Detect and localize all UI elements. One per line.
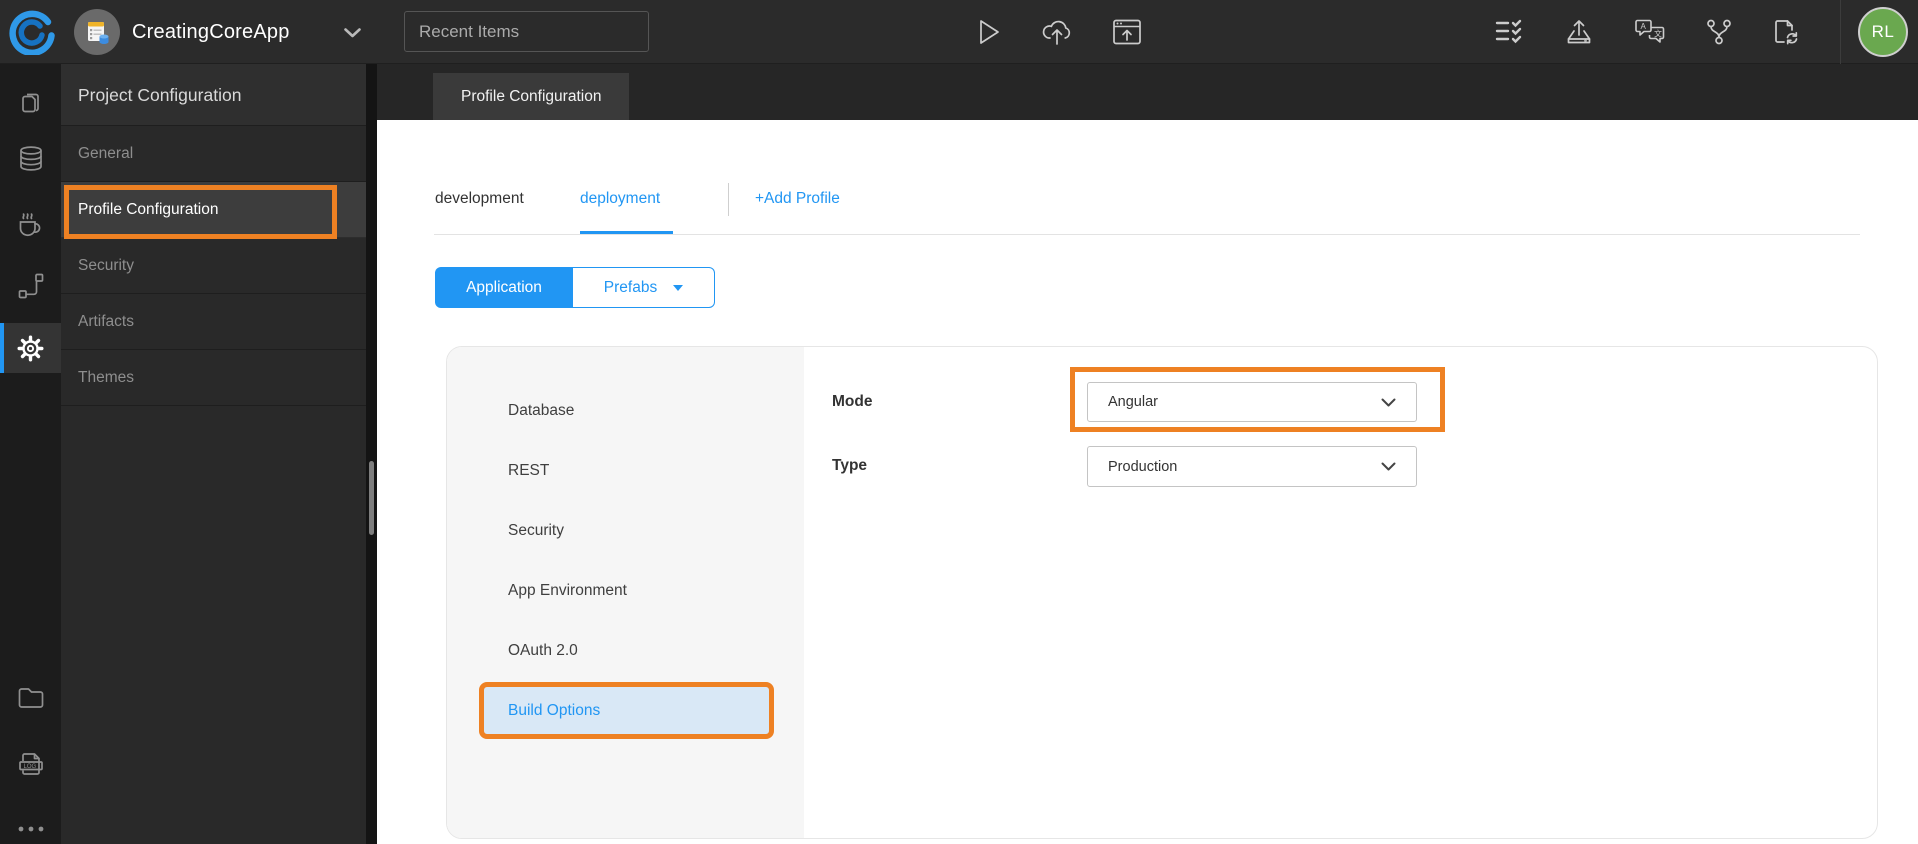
type-select[interactable]: Production — [1087, 446, 1417, 487]
settings-icon[interactable] — [0, 334, 61, 363]
type-label: Type — [832, 457, 868, 474]
vcs-branch-icon[interactable] — [1702, 15, 1736, 49]
file-explorer-icon[interactable] — [0, 683, 61, 711]
application-toggle-button[interactable]: Application — [435, 267, 573, 308]
chevron-down-icon[interactable] — [344, 28, 361, 38]
panel-item-oauth[interactable]: OAuth 2.0 — [447, 621, 804, 681]
profile-tab-development[interactable]: development — [435, 190, 524, 208]
chevron-down-icon — [1381, 462, 1396, 471]
panel-item-app-environment[interactable]: App Environment — [447, 561, 804, 621]
preview-app-icon[interactable] — [1110, 15, 1144, 49]
translate-icon[interactable]: A 文 — [1633, 15, 1667, 49]
pages-icon[interactable] — [0, 89, 61, 117]
profile-tab-deployment[interactable]: deployment — [580, 190, 660, 208]
chevron-down-icon — [1381, 398, 1396, 407]
project-title[interactable]: CreatingCoreApp — [132, 0, 290, 64]
wavemaker-studio: CreatingCoreApp Recent Items A 文 RL LOG … — [0, 0, 1918, 844]
sidebar-scrollbar[interactable] — [366, 64, 377, 844]
application-prefabs-toggle: Application Prefabs — [435, 267, 715, 308]
wavemaker-logo-icon[interactable] — [9, 9, 55, 55]
panel-item-security[interactable]: Security — [447, 501, 804, 561]
project-icon[interactable] — [74, 9, 120, 55]
mode-label: Mode — [832, 393, 873, 410]
settings-panel-menu: Database REST Security App Environment O — [447, 347, 804, 838]
icon-rail: LOG — [0, 64, 61, 844]
panel-item-rest[interactable]: REST — [447, 441, 804, 501]
caret-down-icon — [673, 284, 684, 291]
export-icon[interactable] — [1562, 15, 1596, 49]
main-area: Profile Configuration development deploy… — [377, 64, 1918, 844]
cloud-deploy-icon[interactable] — [1040, 15, 1074, 49]
tab-divider — [728, 183, 729, 216]
tabs-rule — [434, 234, 1860, 235]
sidebar-item-themes[interactable]: Themes — [61, 350, 366, 406]
mode-select[interactable]: Angular — [1087, 382, 1417, 422]
tab-profile-configuration[interactable]: Profile Configuration — [433, 73, 630, 120]
svg-text:A: A — [1641, 22, 1647, 31]
sidebar-item-artifacts[interactable]: Artifacts — [61, 294, 366, 350]
add-profile-button[interactable]: +Add Profile — [755, 190, 840, 208]
prefabs-toggle-button[interactable]: Prefabs — [573, 267, 715, 308]
sidebar-header: Project Configuration — [61, 64, 366, 126]
log-icon-label: LOG — [23, 764, 36, 770]
svg-text:文: 文 — [1654, 28, 1662, 38]
checklist-icon[interactable] — [1492, 15, 1526, 49]
sidebar-item-security[interactable]: Security — [61, 238, 366, 294]
file-sync-icon[interactable] — [1769, 15, 1803, 49]
sidebar-item-profile-configuration[interactable]: Profile Configuration — [61, 182, 366, 239]
apis-icon[interactable] — [0, 272, 61, 300]
sidebar-item-general[interactable]: General — [61, 126, 366, 182]
more-icon[interactable] — [0, 825, 61, 833]
run-play-icon[interactable] — [972, 15, 1006, 49]
topbar-divider — [1840, 0, 1841, 64]
java-services-icon[interactable] — [0, 209, 61, 240]
settings-sidebar: Project Configuration General Profile Co… — [61, 64, 366, 844]
logs-icon[interactable]: LOG — [0, 749, 61, 779]
panel-item-database[interactable]: Database — [447, 381, 804, 441]
recent-items-input[interactable] — [404, 11, 649, 52]
scrollbar-thumb[interactable] — [369, 461, 374, 535]
panel-item-build-options[interactable]: Build Options — [447, 681, 804, 741]
profile-configuration-content: development deployment +Add Profile Appl… — [377, 120, 1918, 844]
topbar: CreatingCoreApp Recent Items A 文 RL — [0, 0, 1918, 64]
user-avatar[interactable]: RL — [1858, 7, 1908, 57]
database-icon[interactable] — [0, 144, 61, 174]
open-tabs-strip: Profile Configuration — [377, 64, 1918, 120]
